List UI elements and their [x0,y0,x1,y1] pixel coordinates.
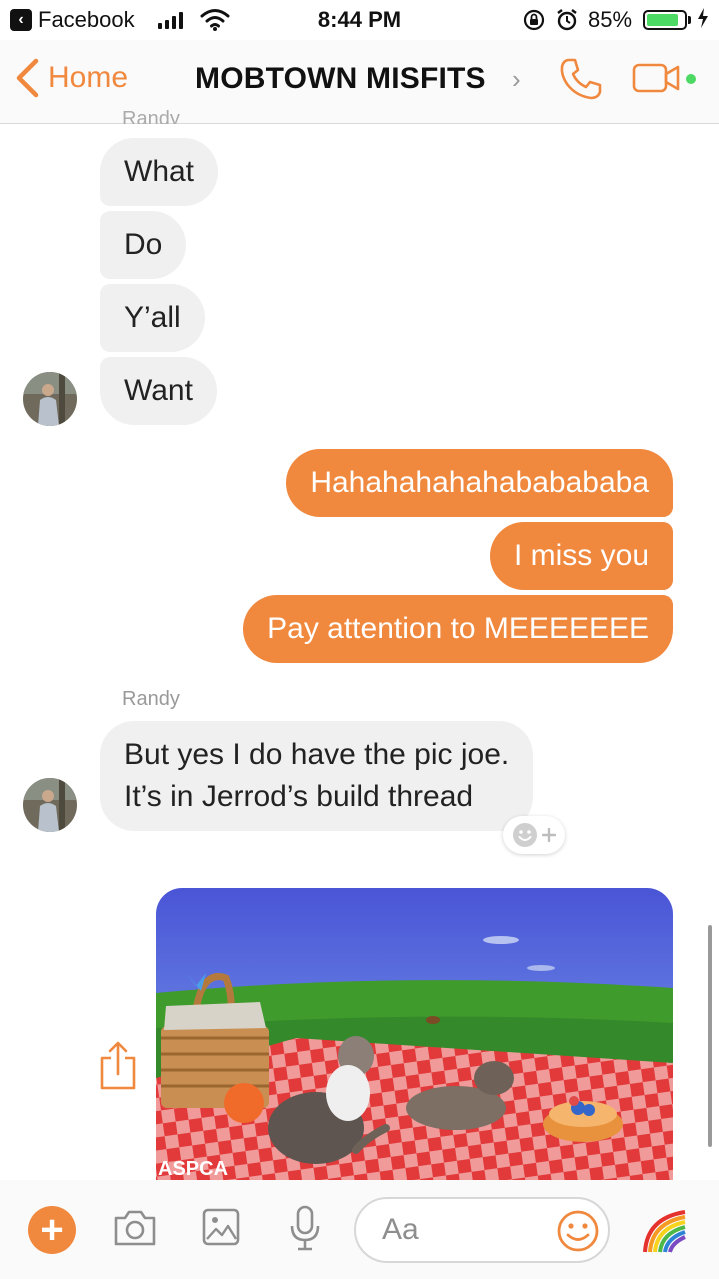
incoming-message[interactable]: Want [100,357,217,425]
outgoing-message[interactable]: Pay attention to MEEEEEEE [243,595,673,663]
share-icon [100,1041,136,1090]
video-camera-icon [632,63,680,93]
scrollbar[interactable] [708,925,712,1147]
partial-sender-name: Randy [122,108,180,124]
home-back-button[interactable]: Home [14,58,128,98]
video-call-button[interactable] [632,62,684,99]
avatar[interactable] [23,778,77,832]
rotation-lock-icon [522,8,546,38]
outgoing-message[interactable]: Hahahahahahababababa [286,449,673,517]
image-message[interactable]: ASPCA [156,888,673,1180]
battery-tip [688,16,691,24]
alarm-icon [556,8,578,38]
camera-icon [114,1210,156,1246]
rainbow-icon [643,1210,686,1253]
image-watermark: ASPCA [158,1158,228,1180]
message-line: But yes I do have the pic joe. [124,738,510,771]
voice-message-button[interactable] [288,1204,322,1257]
gif-kittens-picnic: ASPCA [156,888,673,1180]
message-input-placeholder[interactable]: Aa [382,1213,419,1247]
avatar[interactable] [23,372,77,426]
active-status-dot [686,74,696,84]
charging-icon [697,8,709,33]
more-actions-button[interactable]: + [28,1206,76,1254]
gallery-button[interactable] [201,1207,241,1252]
gallery-icon [202,1208,240,1246]
phone-icon [560,58,602,100]
emoji-button[interactable] [556,1209,600,1258]
sender-name: Randy [122,688,180,710]
incoming-message[interactable]: Do [100,211,187,279]
incoming-message[interactable]: Y’all [100,284,205,352]
battery-percent: 85% [588,7,633,32]
incoming-message-multiline[interactable]: But yes I do have the pic joe. It’s in J… [100,721,534,831]
title-chevron-icon[interactable]: › [512,64,521,95]
share-button[interactable] [98,1040,138,1097]
outgoing-message[interactable]: I miss you [489,522,673,590]
camera-button[interactable] [112,1208,158,1253]
plus-icon [542,828,556,842]
status-bar: ‹ Facebook 8:44 PM 85% [0,0,719,40]
message-composer: + Aa [0,1180,719,1279]
microphone-icon [290,1205,320,1251]
smiley-reaction-icon [513,823,537,847]
battery-icon [643,10,687,30]
thread-title[interactable]: MOBTOWN MISFITS [195,62,486,96]
back-chevron-icon [16,58,39,98]
incoming-message[interactable]: What [100,138,219,206]
message-line: It’s in Jerrod’s build thread [124,780,474,813]
add-reaction-button[interactable] [503,816,565,854]
thread-header: Home MOBTOWN MISFITS › [0,40,719,124]
home-back-label: Home [48,61,129,94]
quick-reaction-button[interactable] [641,1208,689,1259]
emoji-icon [557,1210,599,1252]
phone-call-button[interactable] [558,56,604,107]
